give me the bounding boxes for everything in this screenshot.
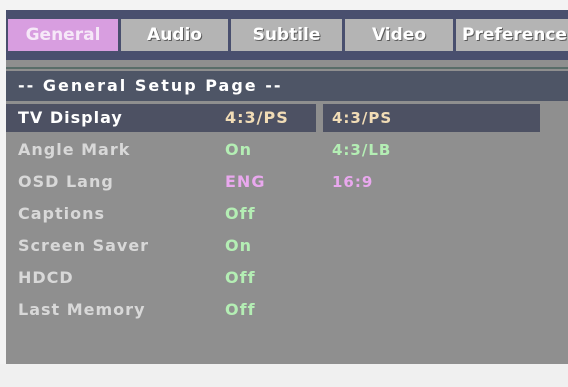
option-4-3-lb[interactable]: 4:3/LB: [323, 136, 540, 164]
setting-tv-display[interactable]: TV Display 4:3/PS: [6, 104, 316, 132]
option-label: 4:3/LB: [332, 141, 392, 159]
tab-preference[interactable]: Preference: [456, 19, 568, 51]
setting-value: Off: [225, 300, 256, 319]
setting-last-memory[interactable]: Last Memory Off: [6, 296, 316, 324]
setting-label: TV Display: [18, 108, 123, 127]
tab-video[interactable]: Video: [345, 19, 453, 51]
setting-label: Angle Mark: [18, 140, 131, 159]
divider: [6, 67, 568, 69]
background-strip: [0, 364, 568, 387]
option-16-9[interactable]: 16:9: [323, 168, 540, 196]
osd-menu: General Audio Subtile Video Preference -…: [6, 10, 568, 364]
setting-value: 4:3/PS: [225, 108, 289, 127]
page-title: -- General Setup Page --: [6, 71, 568, 101]
tab-subtile[interactable]: Subtile: [231, 19, 342, 51]
setting-label: Last Memory: [18, 300, 146, 319]
setting-value: On: [225, 236, 252, 255]
setting-osd-lang[interactable]: OSD Lang ENG: [6, 168, 316, 196]
option-label: 4:3/PS: [332, 109, 393, 127]
setting-label: Screen Saver: [18, 236, 150, 255]
setting-label: HDCD: [18, 268, 74, 287]
setting-captions[interactable]: Captions Off: [6, 200, 316, 228]
setting-value: On: [225, 140, 252, 159]
tab-bar: General Audio Subtile Video Preference: [6, 10, 568, 60]
setting-screen-saver[interactable]: Screen Saver On: [6, 232, 316, 260]
setting-label: Captions: [18, 204, 106, 223]
setting-value: ENG: [225, 172, 266, 191]
setting-label: OSD Lang: [18, 172, 114, 191]
setting-value: Off: [225, 268, 256, 287]
option-label: 16:9: [332, 173, 374, 191]
setting-angle-mark[interactable]: Angle Mark On: [6, 136, 316, 164]
option-4-3-ps[interactable]: 4:3/PS: [323, 104, 540, 132]
tab-general[interactable]: General: [8, 19, 118, 51]
setting-hdcd[interactable]: HDCD Off: [6, 264, 316, 292]
tab-audio[interactable]: Audio: [121, 19, 228, 51]
setting-value: Off: [225, 204, 256, 223]
